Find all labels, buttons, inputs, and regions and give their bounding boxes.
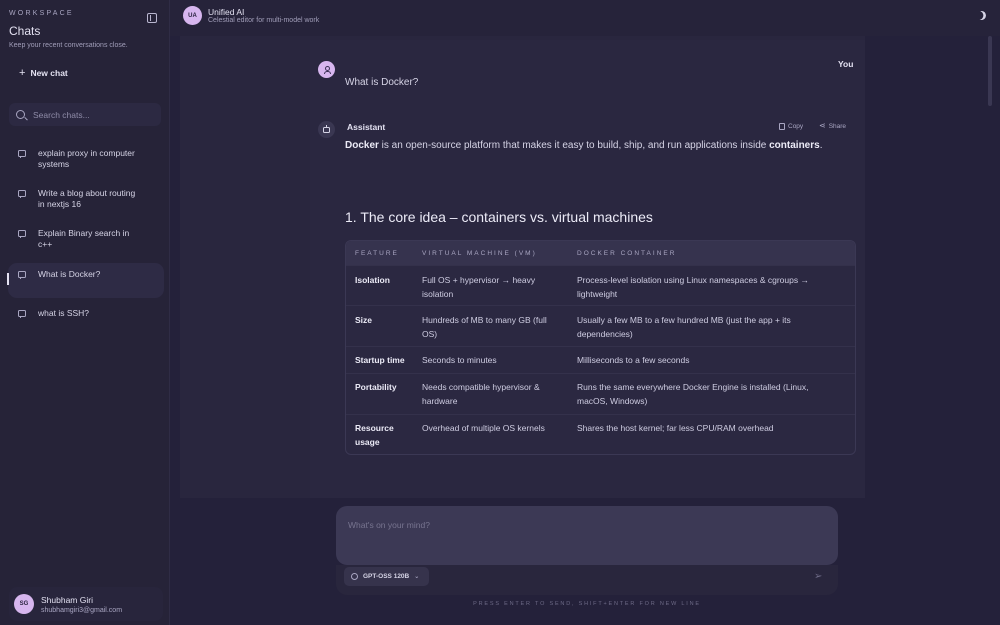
assistant-intro: Docker is an open-source platform that m… (345, 140, 822, 151)
table-cell: Process-level isolation using Linux name… (577, 275, 809, 299)
chat-item-label: Explain Binary search in c++ (38, 228, 130, 249)
app-subtitle: Celestial editor for multi-model work (208, 17, 320, 24)
table-cell: Startup time (355, 355, 405, 365)
chat-item-label: Write a blog about routing in nextjs 16 (38, 188, 136, 209)
table-row: Resource usage Overhead of multiple OS k… (346, 414, 855, 454)
scrollbar[interactable] (988, 36, 992, 106)
table-cell: Shares the host kernel; far less CPU/RAM… (577, 423, 774, 433)
table-row: Isolation Full OS + hypervisor → heavy i… (346, 265, 855, 305)
model-label: GPT-OSS 120B (363, 573, 410, 580)
table-header-cell: VIRTUAL MACHINE (VM) (422, 249, 537, 257)
copy-label: Copy (788, 122, 804, 130)
app-logo: UA (183, 6, 202, 25)
table-cell: Usually a few MB to a few hundred MB (ju… (577, 315, 791, 339)
chat-item[interactable]: Explain Binary search in c++ (8, 222, 164, 257)
user-name: Shubham Giri (41, 594, 93, 605)
app-title: Unified AI (208, 7, 245, 17)
chat-item[interactable]: explain proxy in computer systems (8, 142, 164, 177)
table-cell: Needs compatible hypervisor & hardware (422, 382, 540, 406)
table-cell: Milliseconds to a few seconds (577, 355, 690, 365)
intro-bold-containers: containers (769, 140, 820, 151)
sidebar-toggle-icon[interactable] (147, 13, 157, 23)
table-cell: Hundreds of MB to many GB (full OS) (422, 315, 547, 339)
table-cell: Size (355, 315, 373, 325)
search-input[interactable] (33, 109, 153, 120)
table-cell: Portability (355, 382, 397, 392)
chat-bubble-icon (18, 230, 26, 238)
share-icon: ⋖ (819, 121, 826, 130)
send-icon[interactable]: ➢ (814, 571, 822, 582)
intro-text: is an open-source platform that makes it… (378, 140, 770, 151)
table-header-cell: FEATURE (355, 249, 399, 257)
table-row: Size Hundreds of MB to many GB (full OS)… (346, 305, 855, 346)
sidebar-title: Chats (9, 24, 41, 38)
model-selector[interactable]: GPT-OSS 120B ⌄ (344, 567, 429, 586)
sidebar-subtitle: Keep your recent conversations close. (9, 42, 128, 49)
share-label: Share (828, 122, 847, 130)
share-button[interactable]: ⋖ Share (819, 121, 846, 131)
intro-end: . (819, 140, 823, 151)
chevron-down-icon: ⌄ (414, 574, 420, 580)
header: UA Unified AI Celestial editor for multi… (170, 0, 1000, 36)
intro-bold-docker: Docker (345, 140, 379, 151)
user-label: You (838, 59, 854, 69)
composer (336, 506, 838, 565)
assistant-avatar (318, 121, 335, 138)
comparison-table: FEATURE VIRTUAL MACHINE (VM) DOCKER CONT… (345, 240, 856, 455)
chat-bubble-icon (18, 150, 26, 158)
table-cell: Overhead of multiple OS kernels (422, 423, 545, 433)
user-profile-card[interactable]: SG Shubham Giri shubhamgiri3@gmail.com (9, 587, 163, 621)
user-message: What is Docker? (345, 77, 419, 88)
plus-icon: + (19, 67, 26, 79)
section-heading: 1. The core idea – containers vs. virtua… (345, 209, 653, 225)
user-message-avatar (318, 61, 335, 78)
composer-toolbar: GPT-OSS 120B ⌄ ➢ (336, 565, 838, 595)
chat-item[interactable]: what is SSH? (8, 302, 164, 337)
bot-icon (323, 124, 330, 133)
table-header: FEATURE VIRTUAL MACHINE (VM) DOCKER CONT… (346, 241, 855, 265)
table-row: Startup time Seconds to minutes Millisec… (346, 346, 855, 373)
model-icon (351, 573, 358, 580)
chat-item-active[interactable]: What is Docker? (7, 263, 164, 298)
table-cell: Isolation (355, 275, 390, 285)
chat-item[interactable]: Write a blog about routing in nextjs 16 (8, 182, 164, 217)
message-input[interactable] (348, 520, 818, 530)
new-chat-button[interactable]: + New chat (10, 63, 90, 83)
chat-item-label: explain proxy in computer systems (38, 148, 135, 169)
chat-item-label: What is Docker? (38, 269, 101, 279)
table-header-cell: DOCKER CONTAINER (577, 249, 677, 257)
keyboard-hint: PRESS ENTER TO SEND, SHIFT+ENTER FOR NEW… (473, 601, 701, 607)
workspace-label: WORKSPACE (9, 10, 74, 17)
moon-icon[interactable] (976, 10, 988, 22)
search-icon (16, 110, 25, 119)
copy-icon (779, 122, 785, 130)
table-cell: Runs the same everywhere Docker Engine i… (577, 382, 809, 406)
chat-bubble-icon (18, 271, 26, 279)
search-box (9, 103, 161, 126)
copy-button[interactable]: Copy (779, 121, 803, 131)
sidebar: WORKSPACE Chats Keep your recent convers… (0, 0, 170, 625)
table-row: Portability Needs compatible hypervisor … (346, 373, 855, 414)
assistant-label: Assistant (347, 122, 386, 132)
table-cell: Resource usage (355, 423, 394, 447)
chat-bubble-icon (18, 310, 26, 318)
user-email: shubhamgiri3@gmail.com (41, 606, 123, 614)
user-icon (323, 66, 331, 74)
avatar: SG (14, 594, 34, 614)
chat-bubble-icon (18, 190, 26, 198)
chat-item-label: what is SSH? (38, 308, 90, 318)
table-cell: Full OS + hypervisor → heavy isolation (422, 275, 536, 299)
table-cell: Seconds to minutes (422, 355, 497, 365)
new-chat-label: New chat (30, 68, 68, 78)
